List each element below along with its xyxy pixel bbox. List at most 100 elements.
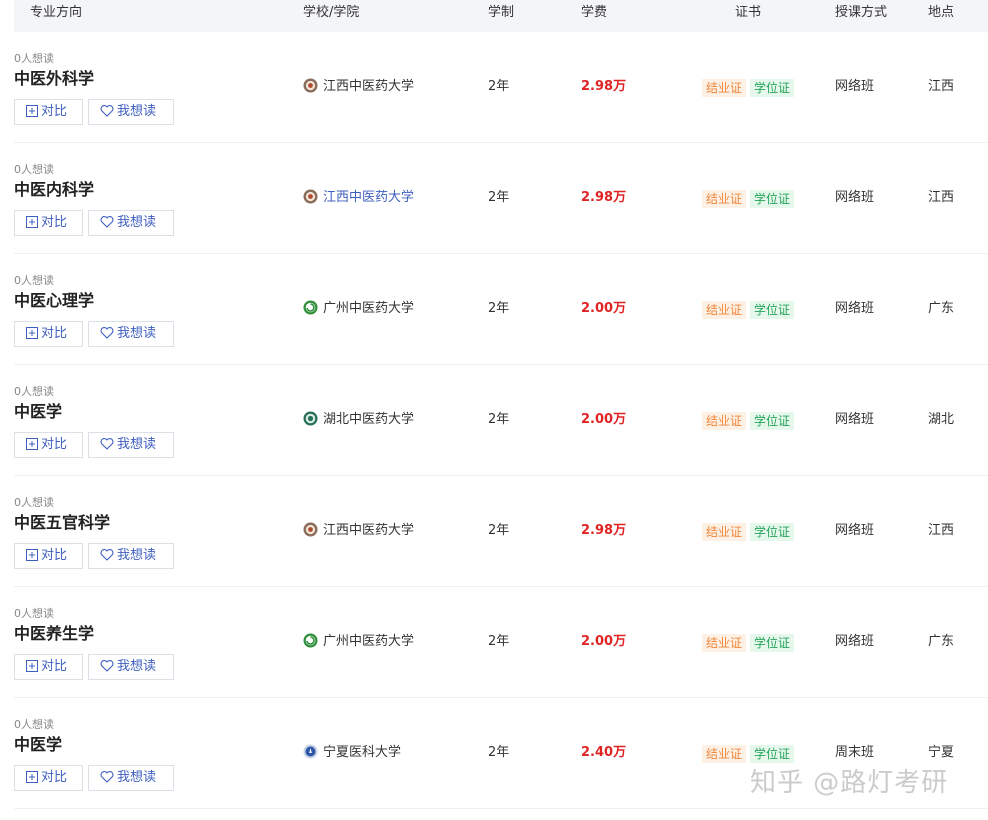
school-logo-icon — [303, 744, 318, 759]
compare-button[interactable]: 对比 — [14, 432, 83, 458]
want-count: 0人想读 — [14, 385, 54, 398]
duration-value: 2年 — [488, 745, 510, 760]
certificate-tag: 结业证 — [702, 301, 747, 319]
compare-label: 对比 — [41, 659, 68, 674]
certificate-tag: 结业证 — [702, 412, 747, 430]
duration-value: 2年 — [488, 190, 510, 205]
school-name: 湖北中医药大学 — [323, 412, 415, 427]
compare-label: 对比 — [41, 326, 68, 341]
table-row: 0人想读 中医内科学 对比 我想读 江西中医药大学 2年 2.98万 结业证 学位证 网络班 江西 — [14, 143, 988, 254]
compare-label: 对比 — [41, 104, 68, 119]
major-name-link[interactable]: 中医外科学 — [14, 68, 94, 90]
teaching-mode: 网络班 — [835, 190, 875, 205]
want-label: 我想读 — [117, 548, 157, 563]
header-certificate: 证书 — [735, 5, 762, 20]
compare-button[interactable]: 对比 — [14, 543, 83, 569]
school-name: 宁夏医科大学 — [323, 745, 402, 760]
school-link[interactable]: 江西中医药大学 — [303, 188, 414, 208]
location-value: 广东 — [928, 634, 955, 649]
heart-icon — [100, 215, 117, 230]
plus-square-icon — [26, 548, 41, 563]
degree-tag: 学位证 — [750, 523, 795, 541]
location-value: 江西 — [928, 79, 955, 94]
fee-value: 2.98万 — [581, 79, 627, 94]
plus-square-icon — [26, 326, 41, 341]
certificate-tag: 结业证 — [702, 79, 747, 97]
table-header: 专业方向 学校/学院 学制 学费 证书 授课方式 地点 — [14, 0, 988, 32]
heart-icon — [100, 659, 117, 674]
compare-button[interactable]: 对比 — [14, 99, 83, 125]
school-link[interactable]: 湖北中医药大学 — [303, 410, 414, 430]
want-count: 0人想读 — [14, 607, 54, 620]
major-name-link[interactable]: 中医学 — [14, 401, 62, 423]
duration-value: 2年 — [488, 301, 510, 316]
compare-button[interactable]: 对比 — [14, 765, 83, 791]
teaching-mode: 周末班 — [835, 745, 875, 760]
want-to-study-button[interactable]: 我想读 — [88, 210, 174, 236]
location-value: 湖北 — [928, 412, 955, 427]
duration-value: 2年 — [488, 634, 510, 649]
heart-icon — [100, 548, 117, 563]
school-link[interactable]: 江西中医药大学 — [303, 77, 414, 97]
watermark: 知乎 @路灯考研 — [750, 768, 949, 798]
fee-value: 2.00万 — [581, 634, 627, 649]
compare-button[interactable]: 对比 — [14, 321, 83, 347]
school-name: 江西中医药大学 — [323, 79, 415, 94]
major-name-link[interactable]: 中医养生学 — [14, 623, 94, 645]
major-name-link[interactable]: 中医学 — [14, 734, 62, 756]
degree-tag: 学位证 — [750, 301, 795, 319]
degree-tag: 学位证 — [750, 79, 795, 97]
teaching-mode: 网络班 — [835, 634, 875, 649]
degree-tag: 学位证 — [750, 634, 795, 652]
want-to-study-button[interactable]: 我想读 — [88, 765, 174, 791]
header-fee: 学费 — [581, 5, 608, 20]
header-school: 学校/学院 — [303, 5, 360, 20]
want-to-study-button[interactable]: 我想读 — [88, 654, 174, 680]
want-label: 我想读 — [117, 215, 157, 230]
header-duration: 学制 — [488, 5, 515, 20]
duration-value: 2年 — [488, 523, 510, 538]
school-link[interactable]: 宁夏医科大学 — [303, 743, 401, 763]
plus-square-icon — [26, 770, 41, 785]
duration-value: 2年 — [488, 412, 510, 427]
school-link[interactable]: 广州中医药大学 — [303, 632, 414, 652]
heart-icon — [100, 770, 117, 785]
compare-label: 对比 — [41, 215, 68, 230]
location-value: 宁夏 — [928, 745, 955, 760]
table-row: 0人想读 中医五官科学 对比 我想读 江西中医药大学 2年 2.98万 结业证 学位证 网络班 江西 — [14, 476, 988, 587]
fee-value: 2.00万 — [581, 301, 627, 316]
compare-button[interactable]: 对比 — [14, 654, 83, 680]
table-row: 0人想读 中医心理学 对比 我想读 广州中医药大学 2年 2.00万 结业证 学位证 网络班 广东 — [14, 254, 988, 365]
heart-icon — [100, 326, 117, 341]
plus-square-icon — [26, 104, 41, 119]
program-list: 0人想读 中医外科学 对比 我想读 江西中医药大学 2年 2.98万 结业证 学位证 网络班 江西 0… — [14, 32, 988, 809]
want-count: 0人想读 — [14, 163, 54, 176]
school-name: 广州中医药大学 — [323, 634, 415, 649]
fee-value: 2.98万 — [581, 190, 627, 205]
certificate-tag: 结业证 — [702, 634, 747, 652]
school-link[interactable]: 江西中医药大学 — [303, 521, 414, 541]
location-value: 江西 — [928, 523, 955, 538]
want-to-study-button[interactable]: 我想读 — [88, 321, 174, 347]
school-logo-icon — [303, 78, 318, 93]
want-label: 我想读 — [117, 437, 157, 452]
fee-value: 2.40万 — [581, 745, 627, 760]
major-name-link[interactable]: 中医五官科学 — [14, 512, 110, 534]
major-name-link[interactable]: 中医内科学 — [14, 179, 94, 201]
want-to-study-button[interactable]: 我想读 — [88, 543, 174, 569]
table-row: 0人想读 中医学 对比 我想读 湖北中医药大学 2年 2.00万 结业证 学位证 网络班 湖北 — [14, 365, 988, 476]
major-name-link[interactable]: 中医心理学 — [14, 290, 94, 312]
school-link[interactable]: 广州中医药大学 — [303, 299, 414, 319]
want-to-study-button[interactable]: 我想读 — [88, 99, 174, 125]
plus-square-icon — [26, 215, 41, 230]
want-count: 0人想读 — [14, 274, 54, 287]
certificate-tag: 结业证 — [702, 745, 747, 763]
want-count: 0人想读 — [14, 52, 54, 65]
compare-button[interactable]: 对比 — [14, 210, 83, 236]
want-to-study-button[interactable]: 我想读 — [88, 432, 174, 458]
school-logo-icon — [303, 633, 318, 648]
school-logo-icon — [303, 522, 318, 537]
heart-icon — [100, 437, 117, 452]
compare-label: 对比 — [41, 770, 68, 785]
table-row: 0人想读中医养生学对比 我想读 广州中医药大学 2年 2.00万 结业证 学位证 网络班 广东 — [14, 587, 988, 698]
